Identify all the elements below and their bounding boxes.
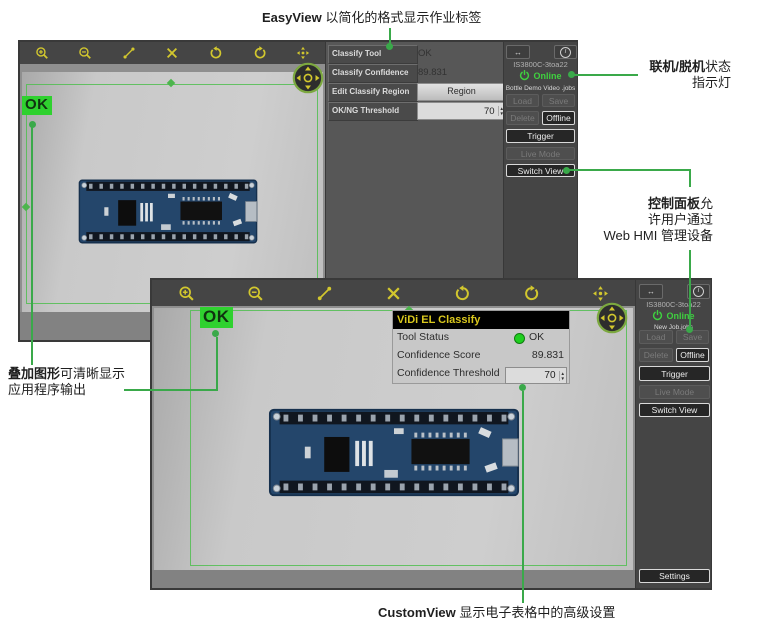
rotate-cw-icon[interactable] [253, 46, 267, 60]
region-button[interactable]: Region [417, 83, 506, 101]
delete-button[interactable]: Delete [639, 348, 673, 362]
pan-tool-icon[interactable] [296, 46, 310, 60]
table-header: ViDi EL Classify [393, 311, 569, 329]
info-button[interactable]: i [687, 284, 710, 299]
threshold-spinner[interactable]: 70 ▲▼ [505, 367, 567, 384]
device-name: IS3800C-3toa22 [504, 60, 577, 69]
settings-button[interactable]: Settings [639, 569, 710, 583]
setting-label: OK/NG Threshold [328, 102, 418, 121]
annotation-online-indicator: 联机/脱机状态 指示灯 [649, 59, 731, 91]
annotation-overlay: 叠加图形可清晰显示 应用程序输出 [8, 366, 125, 398]
circuit-board-image [268, 404, 520, 501]
info-icon: i [693, 286, 704, 297]
online-status: Online [533, 71, 561, 81]
pan-compass-control[interactable] [292, 62, 324, 94]
connector-line [573, 74, 638, 76]
annotation-control-panel: 控制面板允 许用户通过 Web HMI 管理设备 [603, 196, 713, 244]
annotation-easyview: EasyView 以简化的格式显示作业标签 [262, 10, 481, 26]
row-value: 89.831 [532, 349, 564, 361]
power-icon [652, 310, 663, 321]
rotate-ccw-icon[interactable] [209, 46, 223, 60]
offline-button[interactable]: Offline [542, 111, 575, 125]
trigger-button[interactable]: Trigger [506, 129, 575, 143]
power-icon [519, 70, 530, 81]
info-button[interactable]: i [554, 45, 577, 59]
live-mode-button[interactable]: Live Mode [506, 147, 575, 160]
connector-line [569, 169, 691, 171]
offline-button[interactable]: Offline [676, 348, 709, 362]
load-button[interactable]: Load [639, 330, 673, 344]
zoom-out-icon[interactable] [78, 46, 92, 60]
rotate-cw-icon[interactable] [523, 285, 540, 302]
viewer-toolbar [20, 42, 325, 65]
setting-label: Edit Classify Region [328, 83, 418, 102]
customview-screenshot: OK ViDi EL Classify Tool Status OK Confi… [150, 278, 712, 590]
line-tool-icon[interactable] [122, 46, 136, 60]
vidi-result-table: ViDi EL Classify Tool Status OK Confiden… [393, 311, 569, 383]
info-icon: i [560, 47, 571, 58]
ok-result-label: OK [22, 96, 52, 115]
line-tool-icon[interactable] [316, 285, 333, 302]
row-label: Tool Status [397, 331, 449, 343]
circuit-board-image [78, 176, 258, 247]
zoom-in-icon[interactable] [35, 46, 49, 60]
threshold-spinner[interactable]: 70 ▲▼ [417, 102, 506, 120]
spinner-down-icon[interactable]: ▼ [561, 376, 565, 381]
online-status: Online [666, 311, 694, 321]
row-label: Confidence Threshold [397, 367, 500, 379]
row-value: OK [529, 331, 544, 343]
job-name: Bottle Demo Video .jobs [504, 85, 577, 92]
setting-value: OK [418, 48, 432, 59]
switch-view-button[interactable]: Switch View [639, 403, 710, 417]
delete-button[interactable]: Delete [506, 111, 539, 125]
zoom-in-icon[interactable] [178, 285, 195, 302]
scale-tool-icon[interactable] [385, 285, 402, 302]
save-button[interactable]: Save [542, 94, 575, 107]
ok-result-label: OK [200, 307, 233, 328]
load-button[interactable]: Load [506, 94, 539, 107]
switch-view-button[interactable]: Switch View [506, 164, 575, 177]
image-viewport: OK ViDi EL Classify Tool Status OK Confi… [152, 306, 635, 588]
collapse-panel-button[interactable]: ↔ [639, 284, 663, 299]
table-title: ViDi EL Classify [397, 314, 480, 326]
pan-compass-control[interactable] [596, 302, 628, 334]
row-label: Confidence Score [397, 349, 480, 361]
device-name: IS3800C-3toa22 [636, 300, 711, 309]
image-margin [152, 570, 635, 588]
zoom-out-icon[interactable] [247, 285, 264, 302]
setting-label: Classify Tool [328, 45, 418, 64]
setting-value: 89.831 [418, 67, 447, 78]
setting-label: Classify Confidence [328, 64, 418, 83]
viewer-toolbar [152, 280, 635, 307]
device-control-panel: ↔ i IS3800C-3toa22 Online New Job.jobs L… [635, 280, 711, 588]
live-mode-button[interactable]: Live Mode [639, 385, 710, 399]
status-dot-icon [514, 333, 525, 344]
collapse-panel-button[interactable]: ↔ [506, 45, 530, 59]
rotate-ccw-icon[interactable] [454, 285, 471, 302]
annotation-customview: CustomView 显示电子表格中的高级设置 [378, 605, 615, 621]
scale-tool-icon[interactable] [165, 46, 179, 60]
save-button[interactable]: Save [676, 330, 709, 344]
connector-line [689, 169, 691, 187]
trigger-button[interactable]: Trigger [639, 366, 710, 381]
pan-tool-icon[interactable] [592, 285, 609, 302]
